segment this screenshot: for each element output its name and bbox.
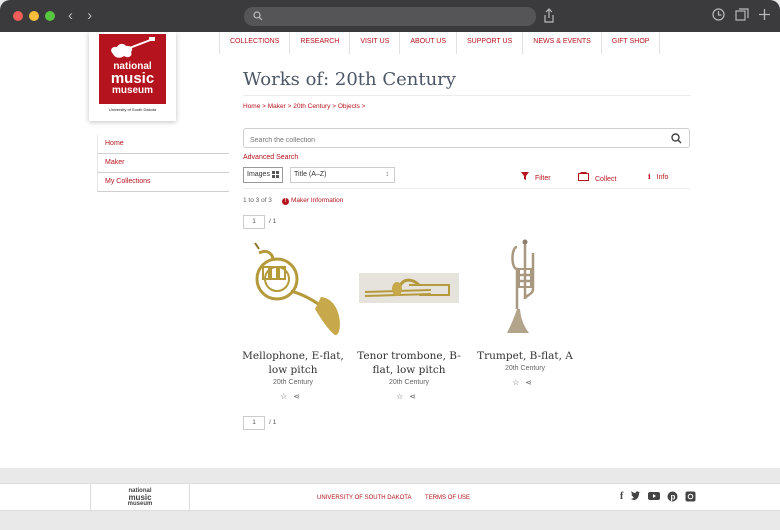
sidebar-item-maker[interactable]: Maker xyxy=(97,154,229,173)
share-icon[interactable]: ⋖ xyxy=(409,392,422,401)
nav-collections[interactable]: COLLECTIONS xyxy=(219,32,289,54)
browser-toolbar: ‹ › xyxy=(0,0,780,32)
breadcrumb[interactable]: Home > Maker > 20th Century > Objects > xyxy=(243,103,365,110)
page-footer: national music museum UNIVERSITY OF SOUT… xyxy=(0,483,780,512)
title-divider xyxy=(243,95,691,96)
sidebar-item-my-collections[interactable]: My Collections xyxy=(97,173,229,192)
star-icon[interactable]: ☆ xyxy=(396,392,409,401)
maximize-window-button[interactable] xyxy=(45,11,55,21)
museum-logo[interactable]: national music museum University of Sout… xyxy=(89,32,176,121)
back-forward-icon[interactable]: ‹ › xyxy=(68,7,97,24)
new-tab-icon[interactable] xyxy=(758,8,771,21)
object-period: 20th Century xyxy=(388,379,430,386)
collect-label: Collect xyxy=(595,176,617,183)
page-total: / 1 xyxy=(269,419,277,426)
star-icon[interactable]: ☆ xyxy=(280,392,293,401)
pagination-top: 1 / 1 xyxy=(243,215,276,229)
page-number-input[interactable]: 1 xyxy=(243,215,265,229)
object-card[interactable]: Trumpet, B-flat, A 20th Century ☆⋖ xyxy=(473,239,577,387)
sidebar: Home Maker My Collections xyxy=(97,135,229,192)
trumpet-image[interactable] xyxy=(473,239,577,337)
filter-button[interactable]: Filter xyxy=(521,172,551,182)
footer-logo-museum: museum xyxy=(127,501,153,507)
object-card[interactable]: Mellophone, E-flat, low pitch 20th Centu… xyxy=(241,239,345,401)
sidebar-item-home[interactable]: Home xyxy=(97,135,229,154)
nav-research[interactable]: RESEARCH xyxy=(289,32,349,54)
search-icon xyxy=(253,11,263,21)
maker-information-link[interactable]: ! Maker Information xyxy=(282,197,343,205)
footer-links: UNIVERSITY OF SOUTH DAKOTA TERMS OF USE xyxy=(317,495,482,501)
object-card[interactable]: Tenor trombone, B-flat, low pitch 20th C… xyxy=(357,239,461,401)
collect-button[interactable]: Collect xyxy=(578,172,616,183)
object-title[interactable]: Tenor trombone, B-flat, low pitch xyxy=(357,349,461,377)
nav-support-us[interactable]: SUPPORT US xyxy=(456,32,522,54)
object-actions: ☆⋖ xyxy=(357,392,461,401)
logo-text-museum: museum xyxy=(111,85,154,96)
advanced-search-link[interactable]: Advanced Search xyxy=(243,154,298,161)
collect-icon xyxy=(578,172,589,181)
trombone-image[interactable] xyxy=(357,239,461,337)
svg-text:p: p xyxy=(671,493,676,502)
object-period: 20th Century xyxy=(504,365,546,372)
sort-select[interactable]: Title (A–Z) ↕ xyxy=(290,167,395,183)
twitter-icon[interactable] xyxy=(630,491,641,502)
share-icon[interactable]: ⋖ xyxy=(525,378,538,387)
star-icon[interactable]: ☆ xyxy=(512,378,525,387)
minimize-window-button[interactable] xyxy=(29,11,39,21)
address-bar[interactable] xyxy=(244,7,536,26)
mellophone-image[interactable] xyxy=(241,239,345,337)
nav-visit-us[interactable]: VISIT US xyxy=(349,32,399,54)
logo-subtitle: University of South Dakota xyxy=(108,107,157,112)
tabs-icon[interactable] xyxy=(735,8,749,21)
grid-icon xyxy=(272,171,279,178)
nav-news-events[interactable]: NEWS & EVENTS xyxy=(522,32,601,54)
instagram-icon[interactable] xyxy=(685,491,696,502)
filter-icon xyxy=(521,172,529,180)
view-select[interactable]: Images xyxy=(243,167,283,183)
sort-arrows-icon: ↕ xyxy=(385,171,390,178)
footer-link-terms[interactable]: TERMS OF USE xyxy=(425,495,470,501)
object-actions: ☆⋖ xyxy=(473,378,577,387)
info-circle-icon: ! xyxy=(282,198,289,205)
search-icon[interactable] xyxy=(671,133,682,144)
controls-divider xyxy=(243,188,691,189)
info-icon: i xyxy=(648,172,651,181)
page-number-input[interactable]: 1 xyxy=(243,416,265,430)
footer-link-usd[interactable]: UNIVERSITY OF SOUTH DAKOTA xyxy=(317,495,411,501)
sort-select-label: Title (A–Z) xyxy=(294,171,327,178)
web-page: national music museum University of Sout… xyxy=(0,32,780,468)
results-count: 1 to 3 of 3 xyxy=(243,197,272,204)
nav-gift-shop[interactable]: GIFT SHOP xyxy=(600,32,661,54)
object-title[interactable]: Trumpet, B-flat, A xyxy=(473,349,577,363)
footer-logo[interactable]: national music museum xyxy=(90,484,190,512)
facebook-icon[interactable]: f xyxy=(620,491,623,502)
logo-text-music: music xyxy=(110,70,155,87)
share-icon[interactable] xyxy=(543,8,555,23)
search-input[interactable] xyxy=(244,131,644,150)
info-button[interactable]: i Info xyxy=(648,172,668,181)
info-label: Info xyxy=(656,174,669,181)
view-select-label: Images xyxy=(247,171,270,178)
page-total: / 1 xyxy=(269,218,277,225)
share-icon[interactable]: ⋖ xyxy=(293,392,306,401)
violin-icon xyxy=(111,37,155,58)
filter-label: Filter xyxy=(535,175,551,182)
nav-about-us[interactable]: ABOUT US xyxy=(399,32,456,54)
object-title[interactable]: Mellophone, E-flat, low pitch xyxy=(241,349,345,377)
pagination-bottom: 1 / 1 xyxy=(243,416,276,430)
object-actions: ☆⋖ xyxy=(241,392,345,401)
main-navigation: COLLECTIONS RESEARCH VISIT US ABOUT US S… xyxy=(219,32,661,54)
maker-information-label: Maker Information xyxy=(291,197,344,204)
logo-badge: national music museum xyxy=(99,34,166,104)
page-title: Works of: 20th Century xyxy=(243,69,456,90)
youtube-icon[interactable] xyxy=(648,491,661,501)
social-links: f p xyxy=(620,491,696,502)
history-icon[interactable] xyxy=(712,8,725,21)
close-window-button[interactable] xyxy=(13,11,23,21)
collection-search xyxy=(243,128,690,150)
object-period: 20th Century xyxy=(272,379,314,386)
pinterest-icon[interactable]: p xyxy=(667,491,678,502)
